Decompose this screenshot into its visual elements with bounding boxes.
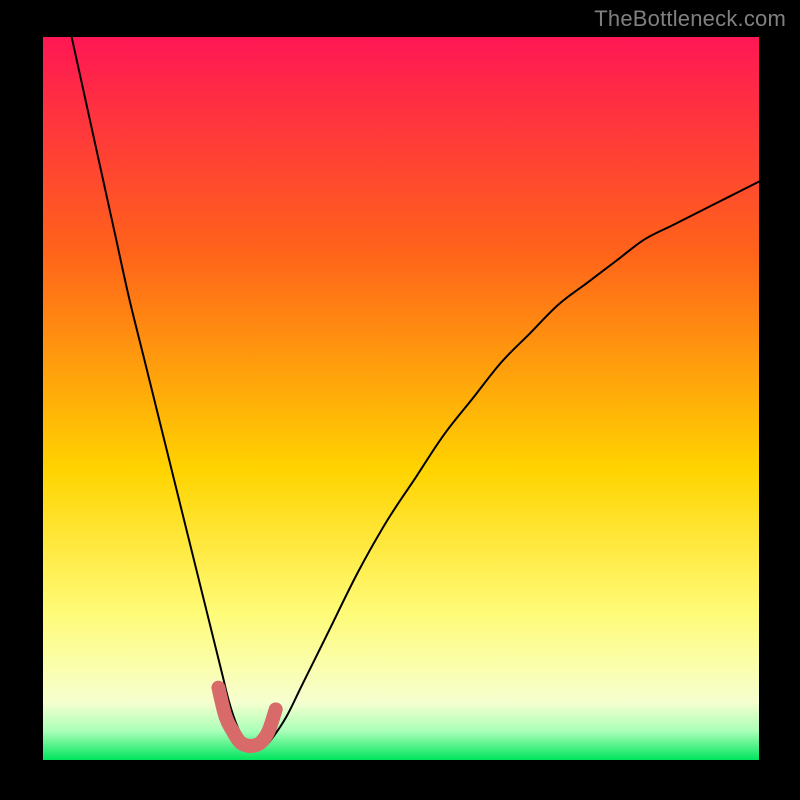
watermark-text: TheBottleneck.com <box>594 6 786 32</box>
chart-plot-area <box>43 37 759 760</box>
chart-stage: TheBottleneck.com <box>0 0 800 800</box>
